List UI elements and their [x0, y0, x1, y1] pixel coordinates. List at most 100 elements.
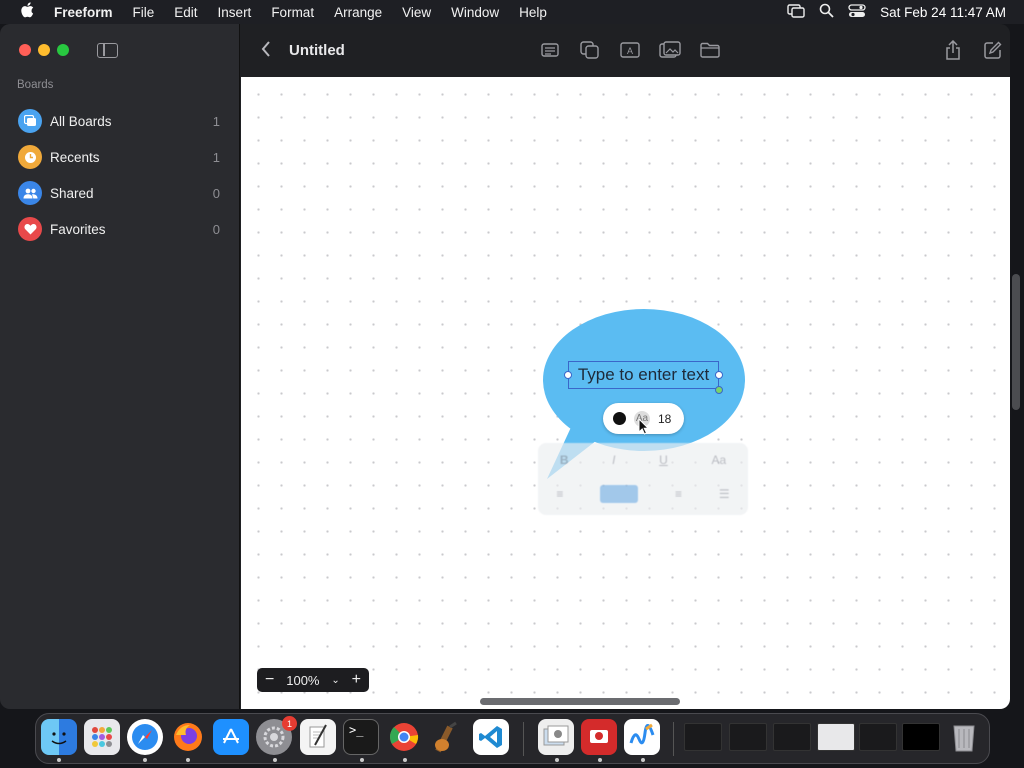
- vertical-scrollbar[interactable]: [1012, 274, 1020, 410]
- sidebar-item-label: Favorites: [50, 221, 106, 237]
- running-indicator: [57, 758, 61, 762]
- zoom-menu-chevron-icon[interactable]: ⌄: [331, 675, 339, 686]
- running-indicator: [641, 758, 645, 762]
- control-center-icon[interactable]: [848, 3, 866, 21]
- sidebar-item-count: 1: [212, 113, 220, 129]
- running-indicator: [598, 758, 602, 762]
- running-indicator: [403, 758, 407, 762]
- menu-insert[interactable]: Insert: [218, 5, 252, 20]
- running-indicator: [360, 758, 364, 762]
- bold-icon[interactable]: B: [560, 453, 569, 467]
- align-left-icon[interactable]: ≡: [556, 487, 563, 501]
- menu-window[interactable]: Window: [451, 5, 499, 20]
- text-input-box[interactable]: Type to enter text: [568, 361, 719, 389]
- font-style-icon[interactable]: Aa: [711, 453, 726, 467]
- sidebar-item-recents[interactable]: Recents 1: [0, 139, 240, 175]
- notification-badge: 1: [282, 716, 297, 731]
- menu-view[interactable]: View: [402, 5, 431, 20]
- zoom-in-button[interactable]: +: [352, 671, 361, 689]
- rotate-handle[interactable]: [715, 386, 723, 394]
- safari-dock-icon[interactable]: [127, 719, 163, 755]
- terminal-dock-icon[interactable]: >_: [343, 719, 379, 755]
- photo-booth-dock-icon[interactable]: [581, 719, 617, 755]
- screen-mirroring-icon[interactable]: [787, 3, 805, 21]
- board-canvas[interactable]: B I U Aa ≡ ≡ ☰ Type to enter text Aa 18 …: [241, 77, 1010, 709]
- textedit-dock-icon[interactable]: [300, 719, 336, 755]
- trash-dock-icon[interactable]: [946, 719, 982, 755]
- resize-handle-right[interactable]: [715, 371, 723, 379]
- launchpad-dock-icon[interactable]: [84, 719, 120, 755]
- align-center-icon[interactable]: [600, 485, 639, 503]
- minimized-window-thumbnail-4[interactable]: [817, 723, 855, 751]
- running-indicator: [186, 758, 190, 762]
- minimized-window-thumbnail-1[interactable]: [684, 723, 722, 751]
- dock: 1 >_: [35, 713, 990, 764]
- dock-separator: [673, 722, 674, 756]
- menu-bar: Freeform File Edit Insert Format Arrange…: [0, 0, 1024, 24]
- mouse-pointer-icon: [638, 418, 650, 435]
- window-controls: [19, 44, 69, 56]
- preview-dock-icon[interactable]: [538, 719, 574, 755]
- freeform-dock-icon[interactable]: [624, 719, 660, 755]
- running-indicator: [555, 758, 559, 762]
- sidebar-item-label: Shared: [50, 185, 94, 201]
- zoom-window-button[interactable]: [57, 44, 69, 56]
- minimized-window-thumbnail-6[interactable]: [902, 723, 940, 751]
- minimized-window-thumbnail-2[interactable]: [729, 723, 767, 751]
- chrome-dock-icon[interactable]: [386, 719, 422, 755]
- menu-edit[interactable]: Edit: [174, 5, 197, 20]
- board-title[interactable]: Untitled: [289, 42, 345, 59]
- folder-icon[interactable]: [699, 39, 721, 61]
- text-box-icon[interactable]: A: [619, 39, 641, 61]
- all-boards-icon: [18, 109, 42, 133]
- sidebar-item-count: 0: [212, 221, 220, 237]
- insert-tools: A: [539, 39, 721, 61]
- system-settings-dock-icon[interactable]: 1: [256, 716, 297, 755]
- underline-icon[interactable]: U: [659, 453, 668, 467]
- zoom-out-button[interactable]: −: [265, 671, 274, 689]
- sidebar-toggle-icon[interactable]: [97, 43, 118, 58]
- sidebar-item-label: All Boards: [50, 113, 112, 129]
- spotlight-search-icon[interactable]: [819, 3, 834, 21]
- menu-help[interactable]: Help: [519, 5, 547, 20]
- clock-icon: [18, 145, 42, 169]
- media-icon[interactable]: [659, 39, 681, 61]
- menu-format[interactable]: Format: [271, 5, 314, 20]
- align-right-icon[interactable]: ≡: [675, 487, 682, 501]
- menu-arrange[interactable]: Arrange: [334, 5, 382, 20]
- minimized-window-thumbnail-3[interactable]: [773, 723, 811, 751]
- new-board-compose-icon[interactable]: [982, 39, 1004, 61]
- sidebar-item-label: Recents: [50, 149, 100, 165]
- italic-icon[interactable]: I: [612, 453, 615, 467]
- text-format-panel: B I U Aa ≡ ≡ ☰: [538, 443, 748, 515]
- heart-icon: [18, 217, 42, 241]
- boards-list: All Boards 1 Recents 1 Shared 0 Favorite…: [0, 103, 240, 247]
- dock-separator: [523, 722, 524, 756]
- list-icon[interactable]: ☰: [719, 487, 730, 501]
- app-store-dock-icon[interactable]: [213, 719, 249, 755]
- vscode-dock-icon[interactable]: [473, 719, 509, 755]
- sticky-note-icon[interactable]: [539, 39, 561, 61]
- shapes-icon[interactable]: [579, 39, 601, 61]
- sidebar-item-favorites[interactable]: Favorites 0: [0, 211, 240, 247]
- finder-dock-icon[interactable]: [41, 719, 77, 755]
- back-chevron-icon[interactable]: [261, 40, 271, 63]
- menu-file[interactable]: File: [133, 5, 155, 20]
- sidebar-item-count: 1: [212, 149, 220, 165]
- sidebar-item-shared[interactable]: Shared 0: [0, 175, 240, 211]
- apple-menu-icon[interactable]: [18, 2, 36, 22]
- resize-handle-left[interactable]: [564, 371, 572, 379]
- menu-app-name[interactable]: Freeform: [54, 5, 113, 20]
- zoom-level[interactable]: 100%: [286, 673, 319, 688]
- share-icon[interactable]: [942, 39, 964, 61]
- minimize-window-button[interactable]: [38, 44, 50, 56]
- firefox-dock-icon[interactable]: [170, 719, 206, 755]
- sidebar-item-all-boards[interactable]: All Boards 1: [0, 103, 240, 139]
- instruments-dock-icon[interactable]: [429, 719, 465, 755]
- text-color-swatch[interactable]: [613, 412, 626, 425]
- minimized-window-thumbnail-5[interactable]: [859, 723, 897, 751]
- close-window-button[interactable]: [19, 44, 31, 56]
- menubar-clock[interactable]: Sat Feb 24 11:47 AM: [880, 5, 1006, 20]
- horizontal-scrollbar[interactable]: [480, 698, 680, 705]
- font-size-value[interactable]: 18: [658, 412, 671, 426]
